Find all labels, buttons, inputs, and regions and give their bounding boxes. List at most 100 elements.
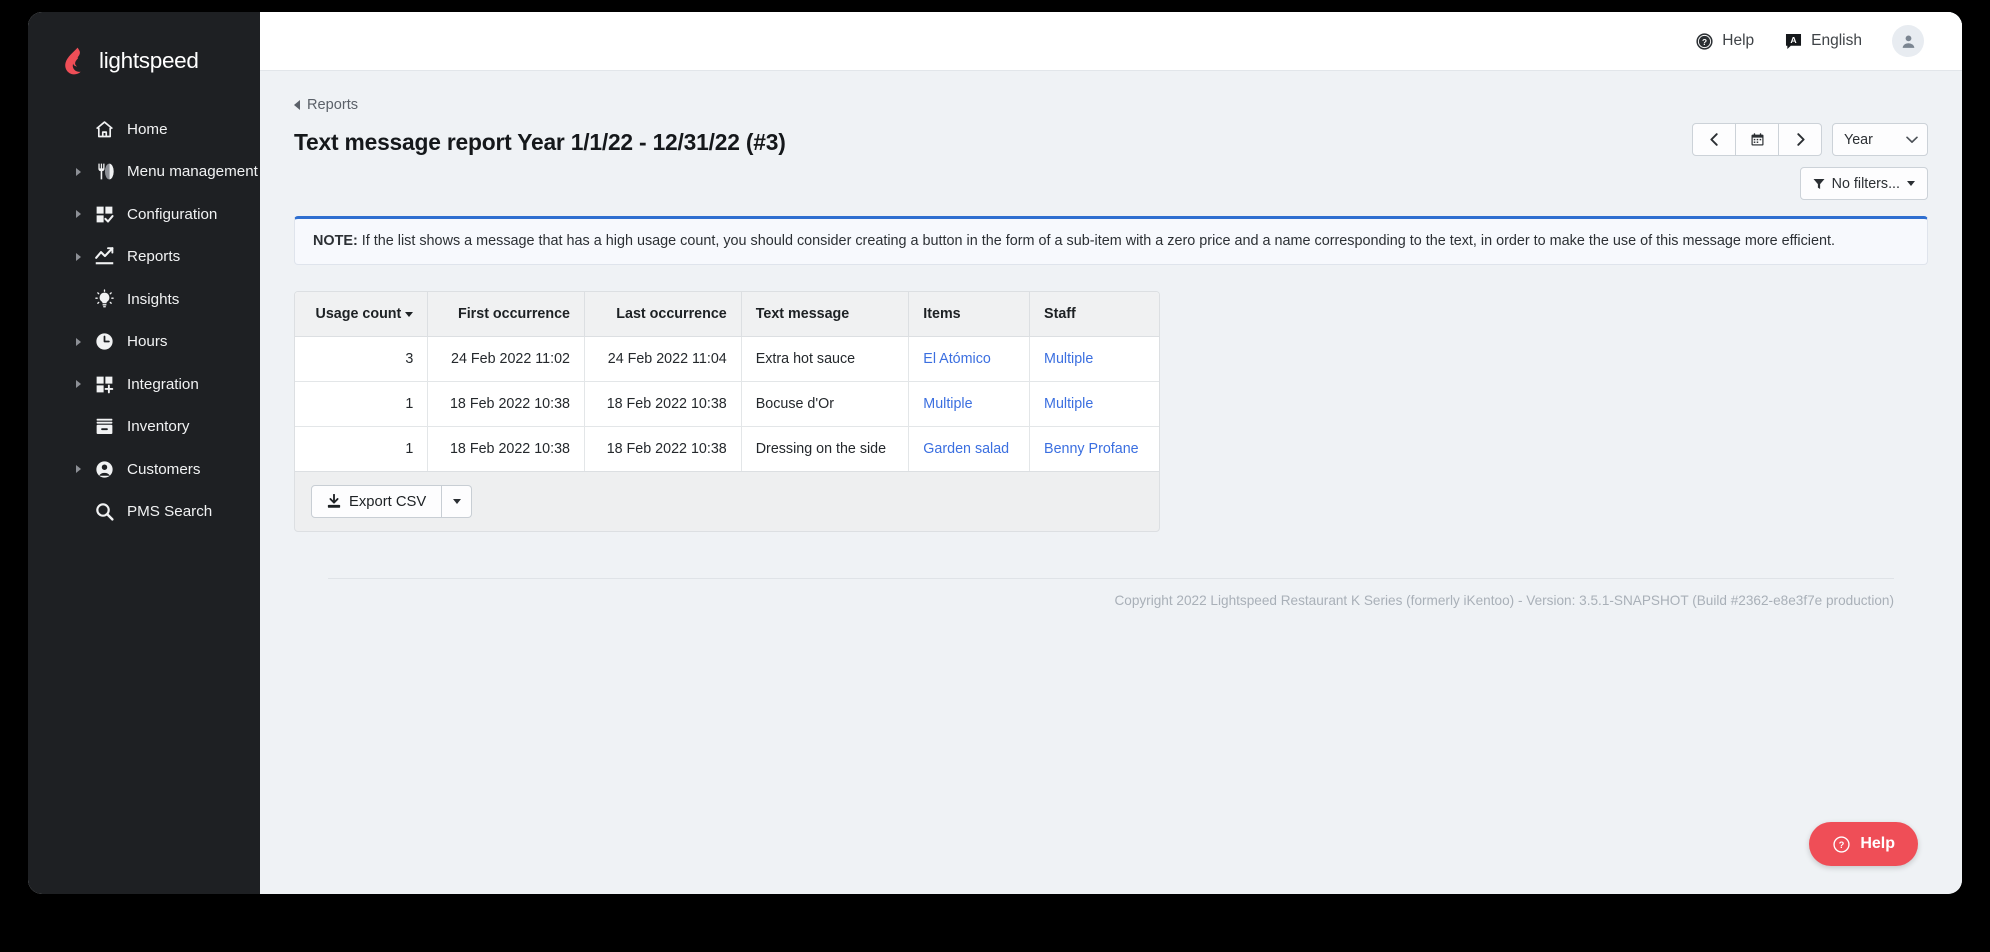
brand-logo[interactable]: lightspeed: [28, 12, 260, 84]
export-options-button[interactable]: [442, 485, 473, 519]
footer-divider: [328, 578, 1894, 580]
table-row: 1 18 Feb 2022 10:38 18 Feb 2022 10:38 Dr…: [295, 426, 1159, 473]
svg-text:?: ?: [1702, 36, 1707, 46]
translate-icon: A: [1786, 33, 1802, 49]
expand-caret-icon[interactable]: [76, 210, 81, 219]
column-label: Text message: [755, 306, 850, 323]
help-widget-button[interactable]: ? Help: [1809, 822, 1918, 866]
next-period-button[interactable]: [1778, 123, 1822, 156]
filters-label: No filters...: [1831, 175, 1900, 192]
table-row: 3 24 Feb 2022 11:02 24 Feb 2022 11:04 Ex…: [295, 336, 1159, 383]
table-body: 3 24 Feb 2022 11:02 24 Feb 2022 11:04 Ex…: [295, 336, 1159, 473]
expand-caret-icon[interactable]: [76, 380, 81, 389]
sidebar-item-reports[interactable]: Reports: [28, 236, 260, 279]
sidebar-item-label: Customers: [127, 460, 201, 478]
sidebar-item-hours[interactable]: Hours: [28, 321, 260, 364]
breadcrumb[interactable]: Reports: [294, 97, 358, 113]
cell-usage-count: 1: [295, 426, 429, 473]
menu-management-icon: [93, 161, 115, 183]
export-csv-button[interactable]: Export CSV: [311, 485, 443, 519]
sidebar-item-label: Reports: [127, 248, 181, 266]
column-header-first-occurrence[interactable]: First occurrence: [427, 292, 586, 338]
expand-caret-icon[interactable]: [76, 252, 81, 261]
date-nav-row: Year: [1692, 123, 1928, 156]
chevron-down-icon: [1906, 136, 1918, 143]
table-header-row: Usage count First occurrence Last occurr…: [295, 292, 1159, 338]
column-header-staff[interactable]: Staff: [1029, 292, 1159, 338]
cell-text-message: Bocuse d'Or: [741, 381, 910, 428]
sidebar-item-insights[interactable]: Insights: [28, 278, 260, 321]
sidebar-item-configuration[interactable]: Configuration: [28, 193, 260, 236]
help-widget-label: Help: [1860, 835, 1895, 852]
sidebar-item-label: Menu management: [127, 163, 258, 181]
filters-button[interactable]: No filters...: [1799, 167, 1928, 200]
help-button[interactable]: ? Help: [1695, 32, 1754, 51]
search-icon: [93, 501, 115, 523]
table-head: Usage count First occurrence Last occurr…: [295, 292, 1159, 338]
title-row: Text message report Year 1/1/22 - 12/31/…: [294, 123, 1928, 200]
sidebar-item-pms-search[interactable]: PMS Search: [28, 491, 260, 534]
staff-link[interactable]: Multiple: [1044, 351, 1093, 367]
note-text: If the list shows a message that has a h…: [357, 233, 1835, 249]
note-prefix: NOTE:: [313, 233, 358, 249]
sort-desc-icon: [405, 312, 414, 318]
clock-icon: [93, 331, 115, 353]
calendar-icon: [1751, 133, 1763, 146]
page-title: Text message report Year 1/1/22 - 12/31/…: [294, 129, 786, 155]
calendar-button[interactable]: [1735, 123, 1779, 156]
language-selector[interactable]: A English: [1784, 32, 1862, 51]
cell-text-message: Dressing on the side: [741, 426, 910, 473]
column-label: Usage count: [315, 306, 402, 323]
expand-caret-icon[interactable]: [76, 465, 81, 474]
cell-last-occurrence: 18 Feb 2022 10:38: [584, 426, 742, 473]
copyright-text: Copyright 2022 Lightspeed Restaurant K S…: [1114, 593, 1894, 609]
column-label: First occurrence: [457, 306, 571, 323]
sidebar-item-menu-management[interactable]: Menu management: [28, 151, 260, 194]
chevron-left-icon: [1709, 133, 1718, 146]
column-header-text-message[interactable]: Text message: [741, 292, 910, 338]
cell-text-message: Extra hot sauce: [741, 336, 910, 383]
column-header-last-occurrence[interactable]: Last occurrence: [584, 292, 742, 338]
integration-icon: [93, 373, 115, 395]
sidebar-item-integration[interactable]: Integration: [28, 363, 260, 406]
report-controls: Year No filters...: [1692, 123, 1928, 200]
sidebar-item-customers[interactable]: Customers: [28, 448, 260, 491]
export-group: Export CSV: [311, 485, 473, 519]
report-table-card: Usage count First occurrence Last occurr…: [294, 291, 1160, 533]
download-icon: [327, 494, 341, 509]
help-label: Help: [1722, 32, 1755, 49]
cell-last-occurrence: 18 Feb 2022 10:38: [584, 381, 742, 428]
sidebar-item-label: PMS Search: [127, 503, 213, 521]
column-header-items[interactable]: Items: [908, 292, 1031, 338]
sidebar-item-label: Hours: [127, 333, 168, 351]
column-header-usage-count[interactable]: Usage count: [295, 292, 429, 338]
column-label: Staff: [1044, 306, 1076, 323]
expand-caret-icon[interactable]: [76, 337, 81, 346]
cell-first-occurrence: 24 Feb 2022 11:02: [427, 336, 586, 383]
sidebar-item-inventory[interactable]: Inventory: [28, 406, 260, 449]
items-link[interactable]: El Atómico: [923, 351, 991, 367]
cell-first-occurrence: 18 Feb 2022 10:38: [427, 381, 586, 428]
sidebar-item-label: Inventory: [127, 418, 190, 436]
lightbulb-icon: [93, 288, 115, 310]
prev-period-button[interactable]: [1692, 123, 1736, 156]
svg-text:?: ?: [1839, 839, 1845, 849]
sidebar-item-label: Home: [127, 120, 168, 138]
user-avatar-button[interactable]: [1892, 25, 1924, 57]
lightspeed-flame-icon: [65, 47, 81, 75]
svg-text:A: A: [1791, 35, 1798, 45]
staff-link[interactable]: Benny Profane: [1044, 441, 1139, 457]
sidebar-item-home[interactable]: Home: [28, 108, 260, 151]
text-message-report-table: Usage count First occurrence Last occurr…: [295, 292, 1159, 473]
chevron-right-icon: [1796, 133, 1805, 146]
items-link[interactable]: Multiple: [923, 396, 972, 412]
caret-down-icon: [1907, 181, 1915, 186]
brand-name: lightspeed: [99, 48, 199, 73]
items-link[interactable]: Garden salad: [923, 441, 1009, 457]
staff-link[interactable]: Multiple: [1044, 396, 1093, 412]
expand-caret-icon[interactable]: [76, 167, 81, 176]
user-avatar-icon: [1902, 34, 1914, 48]
period-select[interactable]: Year: [1832, 123, 1928, 156]
period-value: Year: [1844, 131, 1873, 148]
content-area: Reports Text message report Year 1/1/22 …: [260, 71, 1962, 608]
